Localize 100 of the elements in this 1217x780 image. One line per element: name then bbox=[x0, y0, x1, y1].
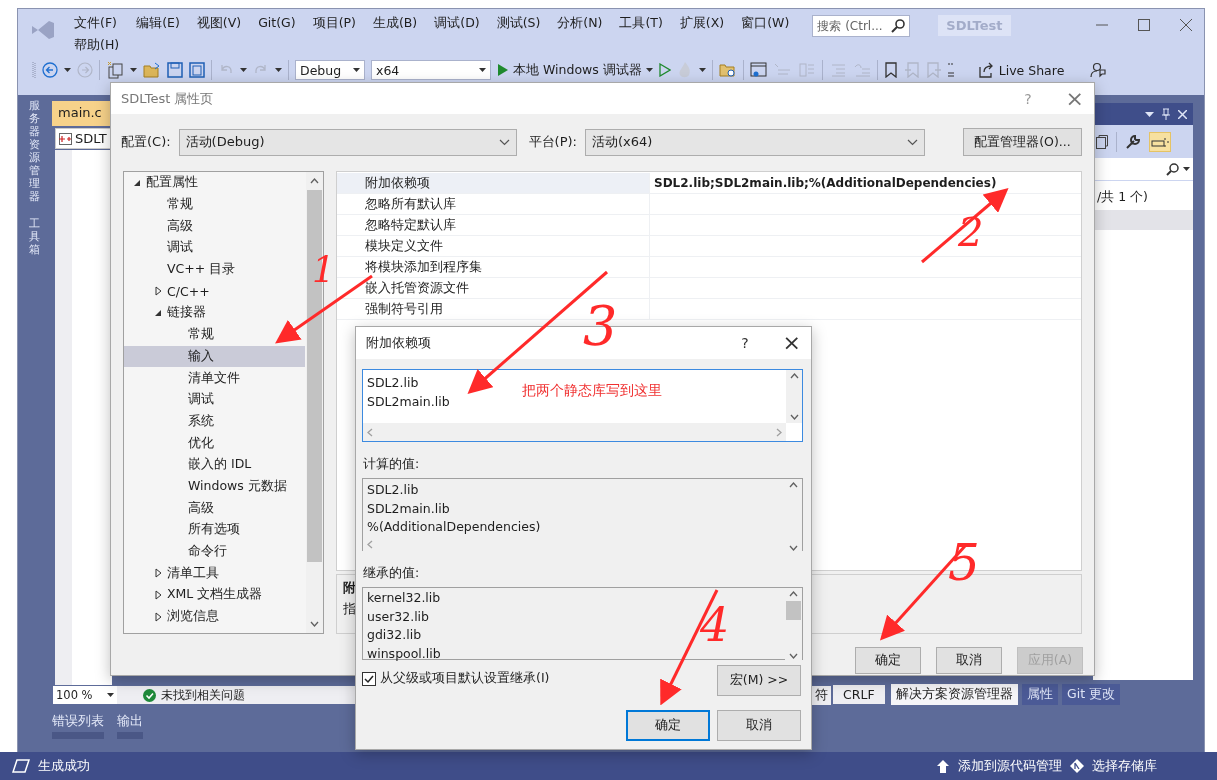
help-button[interactable]: ? bbox=[741, 335, 749, 351]
tree-item[interactable]: 浏览信息 bbox=[124, 605, 305, 628]
tree-item[interactable]: 高级 bbox=[124, 215, 305, 238]
close-button[interactable]: × bbox=[782, 332, 801, 354]
wrench-icon[interactable] bbox=[1125, 133, 1141, 150]
collapsed-icon[interactable] bbox=[154, 611, 162, 622]
close-button[interactable]: × bbox=[1065, 87, 1084, 110]
tree-item[interactable]: 所有选项 bbox=[124, 519, 305, 541]
tree-item[interactable]: 常规 bbox=[124, 323, 305, 346]
collapsed-icon[interactable] bbox=[154, 568, 162, 579]
menu-item[interactable]: 分析(N) bbox=[549, 15, 612, 32]
scroll-down-icon[interactable] bbox=[789, 653, 798, 659]
bottom-tab[interactable]: 输出 bbox=[117, 713, 143, 739]
side-tab[interactable]: 服务器资源管理器 bbox=[29, 100, 40, 204]
tree-item[interactable]: 链接器 bbox=[124, 302, 305, 324]
upload-icon[interactable] bbox=[936, 758, 950, 774]
tree-item[interactable]: 高级 bbox=[124, 497, 305, 519]
tree-item[interactable]: 配置属性 bbox=[124, 172, 305, 194]
dialog-button[interactable]: 确定 bbox=[626, 710, 710, 741]
menu-item[interactable]: 调试(D) bbox=[426, 15, 489, 32]
property-row[interactable]: 将模块添加到程序集 bbox=[337, 257, 1081, 278]
expanded-icon[interactable] bbox=[154, 308, 162, 317]
folder-search-icon[interactable] bbox=[718, 62, 737, 78]
scroll-up-icon[interactable] bbox=[789, 591, 798, 597]
menu-item[interactable]: 测试(S) bbox=[488, 15, 550, 32]
platform-dropdown[interactable]: x64 bbox=[371, 60, 491, 80]
scroll-down-icon[interactable] bbox=[310, 621, 319, 627]
back-icon[interactable] bbox=[42, 62, 58, 78]
dialog-button[interactable]: 取消 bbox=[717, 710, 801, 741]
start-debugging-button[interactable]: 本地 Windows 调试器 bbox=[497, 61, 653, 79]
pin-icon[interactable] bbox=[1162, 108, 1170, 120]
source-control-button[interactable]: 添加到源代码管理 bbox=[958, 757, 1062, 775]
property-row[interactable]: 嵌入托管资源文件 bbox=[337, 278, 1081, 299]
tree-item[interactable]: 调试 bbox=[124, 237, 305, 259]
panel-tab[interactable]: Git 更改 bbox=[1062, 684, 1121, 705]
collapsed-icon[interactable] bbox=[154, 589, 162, 600]
menu-item[interactable]: 扩展(X) bbox=[671, 15, 734, 32]
expanded-icon[interactable] bbox=[133, 178, 141, 187]
tree-item[interactable]: XML 文档生成器 bbox=[124, 584, 305, 606]
close-icon[interactable] bbox=[1180, 19, 1192, 31]
scroll-up-icon[interactable] bbox=[789, 373, 799, 379]
menu-item[interactable]: 项目(P) bbox=[304, 15, 365, 32]
menu-item[interactable]: 视图(V) bbox=[188, 15, 251, 32]
dialog-button[interactable]: 确定 bbox=[855, 647, 921, 674]
dropdown-icon[interactable] bbox=[1145, 111, 1154, 117]
platform-dropdown[interactable]: 活动(x64) bbox=[585, 128, 925, 156]
tree-item[interactable]: 系统 bbox=[124, 410, 305, 433]
overflow-icon[interactable] bbox=[947, 61, 954, 79]
bookmark-icon[interactable] bbox=[883, 62, 898, 78]
project-dropdown[interactable]: SDLT bbox=[55, 128, 112, 149]
repository-icon[interactable] bbox=[1070, 759, 1084, 773]
panel-tab[interactable]: 解决方案资源管理器 bbox=[891, 684, 1018, 705]
window-icon[interactable] bbox=[749, 62, 768, 78]
document-tab[interactable]: main.c bbox=[52, 101, 112, 126]
scroll-up-icon[interactable] bbox=[789, 482, 798, 488]
bottom-tab[interactable]: 错误列表 bbox=[52, 713, 104, 739]
menu-item[interactable]: 工具(T) bbox=[611, 15, 672, 32]
menu-item[interactable]: 编辑(E) bbox=[128, 15, 189, 32]
search-field[interactable]: 搜索 (Ctrl... bbox=[812, 15, 911, 37]
menu-item[interactable]: 窗口(W) bbox=[733, 15, 799, 32]
scroll-up-icon[interactable] bbox=[310, 178, 319, 184]
tree-item[interactable]: 清单工具 bbox=[124, 562, 305, 585]
run-without-debugging-icon[interactable] bbox=[658, 63, 671, 77]
side-tab[interactable]: 工具箱 bbox=[29, 218, 40, 257]
menu-item[interactable]: 帮助(H) bbox=[66, 37, 129, 54]
configuration-dropdown[interactable]: 活动(Debug) bbox=[178, 128, 517, 156]
panel-tab[interactable]: 属性 bbox=[1022, 684, 1058, 705]
configuration-manager-button[interactable]: 配置管理器(O)... bbox=[963, 128, 1082, 156]
maximize-icon[interactable] bbox=[1138, 19, 1150, 31]
tree-item[interactable]: 调试 bbox=[124, 388, 305, 411]
macro-button[interactable]: 宏(M) >> bbox=[717, 665, 801, 696]
tree-item[interactable]: VC++ 目录 bbox=[124, 258, 305, 281]
dialog-button[interactable]: 取消 bbox=[936, 647, 1002, 674]
configuration-dropdown[interactable]: Debug bbox=[295, 60, 365, 80]
tree-item[interactable]: 优化 bbox=[124, 432, 305, 454]
tree-item[interactable]: Windows 元数据 bbox=[124, 475, 305, 498]
tree-item[interactable]: 命令行 bbox=[124, 540, 305, 563]
feedback-icon[interactable] bbox=[1090, 62, 1107, 78]
inherit-checkbox[interactable]: 从父级或项目默认设置继承(I) bbox=[362, 670, 550, 687]
save-all-icon[interactable] bbox=[189, 62, 205, 78]
menu-item[interactable]: 生成(B) bbox=[364, 15, 427, 32]
tree-item[interactable]: 清单文件 bbox=[124, 367, 305, 389]
line-ending-button[interactable]: CRLF bbox=[833, 685, 885, 704]
tree-item[interactable]: 常规 bbox=[124, 193, 305, 216]
menu-item[interactable]: 文件(F) bbox=[66, 15, 129, 32]
property-row[interactable]: 忽略所有默认库 bbox=[337, 194, 1081, 215]
tree-item[interactable]: 嵌入的 IDL bbox=[124, 453, 305, 476]
scrollbar-thumb[interactable] bbox=[786, 601, 801, 620]
open-folder-icon[interactable] bbox=[143, 62, 161, 78]
tree-item[interactable]: 输入 bbox=[124, 345, 305, 368]
repository-button[interactable]: 选择存储库 bbox=[1092, 757, 1157, 775]
copy-icon[interactable] bbox=[1096, 134, 1108, 149]
zoom-dropdown[interactable]: 100 % bbox=[53, 686, 117, 704]
new-project-icon[interactable] bbox=[106, 61, 124, 79]
menu-item[interactable]: Git(G) bbox=[250, 15, 305, 32]
live-share-button[interactable]: Live Share bbox=[977, 62, 1065, 78]
preview-icon[interactable] bbox=[1151, 135, 1169, 148]
collapsed-icon[interactable] bbox=[154, 286, 162, 297]
scroll-down-icon[interactable] bbox=[789, 414, 799, 420]
scroll-down-icon[interactable] bbox=[789, 545, 798, 551]
